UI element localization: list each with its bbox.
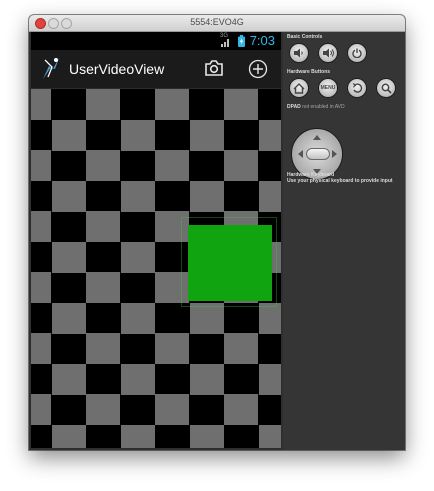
checker-tile <box>258 424 281 448</box>
checker-tile <box>51 241 86 273</box>
checker-tile <box>155 89 189 120</box>
action-bar: UserVideoView <box>31 50 281 89</box>
checker-tile <box>120 119 155 151</box>
device-screen: 3G 7:03 UserVideoView <box>31 32 281 448</box>
checker-tile <box>258 363 281 395</box>
dpad-up-icon[interactable] <box>313 135 321 140</box>
checker-tile <box>189 424 224 448</box>
checker-tile <box>86 333 120 364</box>
status-bar: 3G 7:03 <box>31 32 281 50</box>
dpad-right-icon[interactable] <box>332 150 337 158</box>
checker-tile <box>86 394 120 425</box>
checker-tile <box>189 180 224 212</box>
emulator-window: 5554:EVO4G 3G 7:03 UserVideoView Basic C… <box>29 15 405 450</box>
checker-tile <box>258 302 281 334</box>
checker-tile <box>31 333 51 364</box>
checker-tile <box>51 363 86 395</box>
checker-tile <box>31 150 51 181</box>
checker-tile <box>258 180 281 212</box>
checker-tile <box>31 272 51 303</box>
dpad-note: not enabled in AVD <box>302 104 345 110</box>
dpad-left-icon[interactable] <box>298 150 303 158</box>
checker-tile <box>120 302 155 334</box>
search-button[interactable] <box>376 78 396 98</box>
checker-tile <box>224 394 258 425</box>
search-icon <box>381 83 392 94</box>
checker-tile <box>51 302 86 334</box>
back-button[interactable] <box>347 78 367 98</box>
dpad-center-button[interactable] <box>306 148 330 160</box>
home-icon <box>293 82 305 94</box>
checker-tile <box>120 363 155 395</box>
checker-tile <box>224 89 258 120</box>
app-logo-icon[interactable] <box>39 55 65 81</box>
status-time: 7:03 <box>249 33 275 48</box>
power-button[interactable] <box>347 43 367 63</box>
checker-tile <box>155 150 189 181</box>
checker-tile <box>86 150 120 181</box>
title-bar: 5554:EVO4G <box>29 15 405 32</box>
power-icon <box>352 48 362 58</box>
battery-charging-icon <box>238 35 245 47</box>
dpad-title: DPAD <box>287 104 301 110</box>
checker-tile <box>51 424 86 448</box>
checker-tile <box>86 89 120 120</box>
home-button[interactable] <box>289 78 309 98</box>
checker-tile <box>189 363 224 395</box>
camera-icon[interactable] <box>204 59 224 77</box>
back-icon <box>352 82 362 93</box>
dpad-label: DPAD not enabled in AVD <box>287 104 399 110</box>
checker-tile <box>155 394 189 425</box>
app-title: UserVideoView <box>69 61 165 77</box>
volume-up-button[interactable] <box>318 43 338 63</box>
checker-tile <box>258 119 281 151</box>
basic-controls-label: Basic Controls <box>287 34 323 40</box>
checker-tile <box>224 150 258 181</box>
volume-down-button[interactable] <box>289 43 309 63</box>
checker-tile <box>224 333 258 364</box>
checker-tile <box>86 211 120 242</box>
video-view-canvas[interactable] <box>31 89 281 448</box>
hardware-buttons-label: Hardware Buttons <box>287 69 331 75</box>
add-icon[interactable] <box>248 59 268 79</box>
volume-down-icon <box>294 48 303 58</box>
checker-tile <box>155 333 189 364</box>
checker-tile <box>31 211 51 242</box>
menu-button[interactable]: MENU <box>318 78 338 98</box>
checker-tile <box>120 424 155 448</box>
hardware-keyboard-note: Use your physical keyboard to provide in… <box>287 178 393 184</box>
video-overlay-box[interactable] <box>188 225 272 301</box>
checker-tile <box>51 119 86 151</box>
window-title: 5554:EVO4G <box>190 17 244 27</box>
signal-icon <box>221 39 229 47</box>
checker-tile <box>189 302 224 334</box>
checker-tile <box>86 272 120 303</box>
checker-tile <box>51 180 86 212</box>
volume-up-icon <box>322 48 334 58</box>
checker-tile <box>120 180 155 212</box>
checker-tile <box>31 89 51 120</box>
controls-panel: Basic Controls Hardware Buttons MENU DPA… <box>283 32 405 450</box>
checker-tile <box>31 394 51 425</box>
checker-tile <box>120 241 155 273</box>
checker-tile <box>189 119 224 151</box>
